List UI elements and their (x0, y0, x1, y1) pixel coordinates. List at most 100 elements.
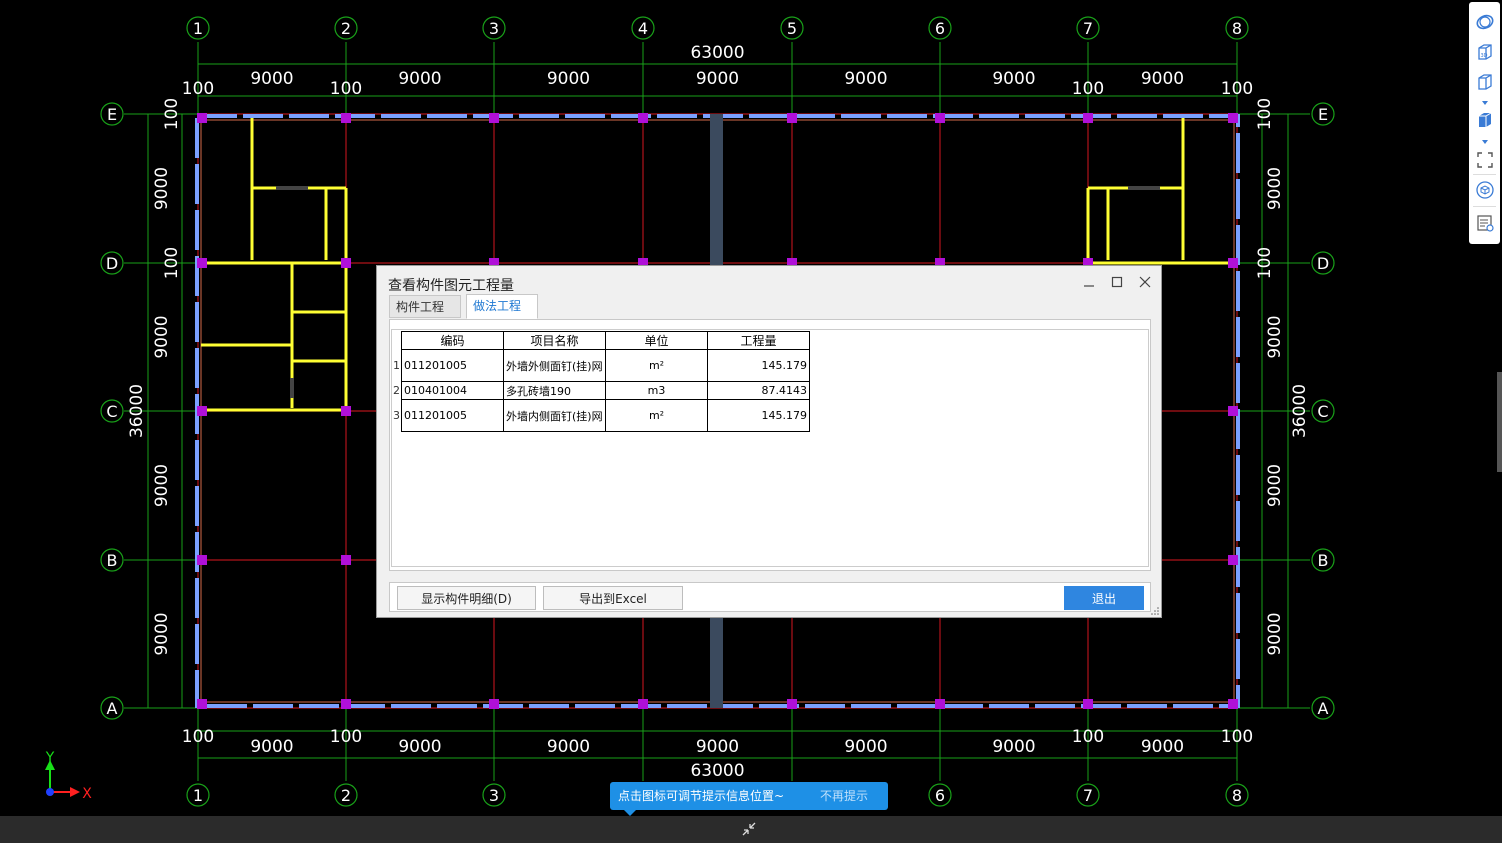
structural-column (341, 113, 351, 123)
axis-bubble-label: 8 (1232, 786, 1242, 805)
bay-width-label: 9000 (398, 737, 441, 757)
offset-label: 100 (182, 79, 214, 99)
cell-item-name[interactable]: 外墙外侧面钉(挂)网 (503, 349, 606, 382)
table-row[interactable]: 1 011201005 外墙外侧面钉(挂)网 m² 145.179 (392, 349, 810, 382)
structural-column (638, 113, 648, 123)
structural-column (489, 699, 499, 709)
3d-view-icon[interactable]: 3D (1475, 42, 1495, 62)
cell-item-name[interactable]: 多孔砖墙190 (503, 381, 606, 400)
total-width-label: 63000 (690, 43, 744, 63)
tab-component-quantity[interactable]: 构件工程量 (389, 295, 461, 336)
header-quantity[interactable]: 工程量 (707, 331, 810, 350)
offset-label: 100 (330, 79, 362, 99)
cell-code[interactable]: 010401004 (401, 381, 504, 400)
axis-bubble-label: 6 (935, 786, 945, 805)
row-number: 3 (392, 399, 402, 432)
cell-unit[interactable]: m² (605, 349, 708, 382)
hint-bubble[interactable]: 点击图标可调节提示信息位置~ 不再提示 (610, 782, 888, 816)
box-view-icon[interactable] (1475, 72, 1495, 92)
door-opening (290, 378, 294, 398)
axis-bubble-label: 7 (1083, 786, 1093, 805)
exit-button[interactable]: 退出 (1064, 586, 1144, 610)
door-opening (1128, 186, 1160, 190)
dont-show-again-link[interactable]: 不再提示 (820, 782, 868, 810)
bay-width-label: 9000 (1141, 737, 1184, 757)
bay-width-label: 9000 (398, 69, 441, 89)
tab-method-quantity[interactable]: 做法工程量 (466, 294, 538, 335)
bay-height-label: 9000 (1265, 167, 1285, 210)
quantity-dialog: 查看构件图元工程量 构件工程量 做法工程量 编码 项目名称 单位 工程量 1 (376, 265, 1162, 618)
structural-column (935, 699, 945, 709)
table-row[interactable]: 2 010401004 多孔砖墙190 m3 87.4143 (392, 381, 810, 400)
resize-grip-icon[interactable] (1151, 607, 1159, 615)
axis-bubble-label: A (1318, 699, 1329, 718)
axis-bubble-label: 1 (193, 786, 203, 805)
header-unit[interactable]: 单位 (605, 331, 708, 350)
cell-quantity[interactable]: 87.4143 (707, 381, 810, 400)
fullscreen-icon[interactable] (1475, 150, 1495, 170)
axis-bubble-label: D (1317, 254, 1329, 273)
cell-unit[interactable]: m3 (605, 381, 708, 400)
offset-label: 100 (1221, 79, 1253, 99)
bay-width-label: 9000 (844, 69, 887, 89)
dialog-title: 查看构件图元工程量 (388, 278, 514, 294)
cell-item-name[interactable]: 外墙内侧面钉(挂)网 (503, 399, 606, 432)
axis-bubble-label: E (107, 105, 117, 124)
ucs-origin (46, 788, 54, 796)
cell-quantity[interactable]: 145.179 (707, 349, 810, 382)
toolbar-separator (1473, 174, 1496, 175)
total-height-label: 36000 (127, 384, 147, 438)
header-code[interactable]: 编码 (401, 331, 504, 350)
offset-label: 100 (1072, 727, 1104, 747)
axis-bubble-label: 3 (489, 19, 499, 38)
total-height-label: 36000 (1290, 384, 1310, 438)
axis-bubble-label: 2 (341, 786, 351, 805)
cell-unit[interactable]: m² (605, 399, 708, 432)
structural-column (1083, 113, 1093, 123)
collapse-icon[interactable] (740, 820, 758, 838)
row-number: 1 (392, 349, 402, 382)
list-settings-icon[interactable] (1475, 213, 1495, 233)
structural-column (341, 406, 351, 416)
cell-quantity[interactable]: 145.179 (707, 399, 810, 432)
row-number: 2 (392, 381, 402, 400)
solid-box-icon[interactable] (1475, 110, 1495, 130)
chevron-down-icon[interactable] (1475, 132, 1495, 144)
structural-column (1228, 406, 1238, 416)
structural-column (489, 113, 499, 123)
hint-text: 点击图标可调节提示信息位置~ (618, 789, 785, 803)
cube-reset-icon[interactable] (1475, 180, 1495, 200)
minimize-icon[interactable] (1081, 274, 1097, 290)
bay-height-label: 9000 (1265, 315, 1285, 358)
header-item-name[interactable]: 项目名称 (503, 331, 606, 350)
svg-text:3D: 3D (1481, 53, 1488, 59)
axis-bubble-label: C (106, 402, 117, 421)
axis-bubble-label: B (1318, 551, 1329, 570)
vertical-scrollbar[interactable] (1497, 372, 1502, 472)
export-excel-button[interactable]: 导出到Excel (543, 586, 683, 610)
structural-column (1228, 258, 1238, 268)
cell-code[interactable]: 011201005 (401, 399, 504, 432)
orbit-icon[interactable] (1475, 12, 1495, 32)
offset-label: 100 (182, 727, 214, 747)
structural-column (341, 555, 351, 565)
door-opening (276, 186, 308, 190)
view-toolbar: 3D (1469, 2, 1500, 244)
table-row[interactable]: 3 011201005 外墙内侧面钉(挂)网 m² 145.179 (392, 399, 810, 432)
structural-column (1228, 113, 1238, 123)
close-icon[interactable] (1137, 274, 1153, 290)
bay-width-label: 9000 (250, 737, 293, 757)
structural-column (197, 555, 207, 565)
bay-width-label: 9000 (547, 737, 590, 757)
chevron-down-icon[interactable] (1475, 93, 1495, 105)
axis-bubble-label: A (107, 699, 118, 718)
structural-column (341, 258, 351, 268)
maximize-icon[interactable] (1109, 274, 1125, 290)
axis-bubble-label: 3 (489, 786, 499, 805)
ucs-x-label: X (82, 786, 92, 802)
structural-column (935, 113, 945, 123)
cell-code[interactable]: 011201005 (401, 349, 504, 382)
show-detail-button[interactable]: 显示构件明细(D) (397, 586, 536, 610)
axis-bubble-label: C (1317, 402, 1328, 421)
bay-width-label: 9000 (250, 69, 293, 89)
